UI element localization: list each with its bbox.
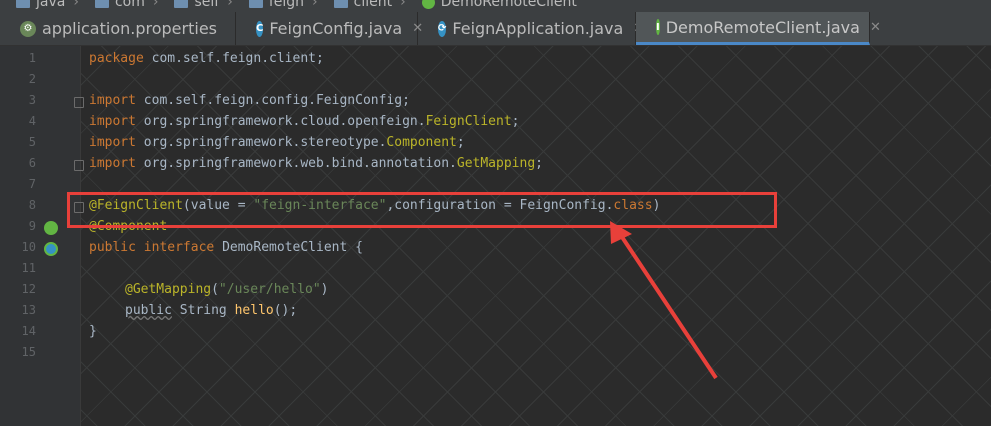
close-tab-icon[interactable]: ✕ xyxy=(870,20,881,35)
breadcrumb-item[interactable]: self › xyxy=(174,0,233,10)
class-icon: C xyxy=(256,20,264,37)
folder-icon xyxy=(16,0,30,8)
breadcrumb-item[interactable]: java › xyxy=(16,0,79,10)
interface-icon: I xyxy=(656,19,660,35)
breadcrumb-bar: java › com › self › feign › client › DemoRemo… xyxy=(0,0,991,12)
spring-boot-app-icon: ⟳ xyxy=(438,20,447,37)
tab-feign-application[interactable]: ⟳ FeignApplication.java ✕ xyxy=(418,12,644,45)
tab-demo-remote-client[interactable]: I DemoRemoteClient.java ✕ xyxy=(636,12,881,45)
folder-icon xyxy=(333,0,348,8)
folder-icon xyxy=(248,0,263,8)
breadcrumb-separator: › xyxy=(400,0,406,10)
tab-application-properties[interactable]: ⚙ application.properties xyxy=(0,12,236,45)
breadcrumb-item[interactable]: DemoRemoteClient xyxy=(421,0,577,10)
folder-icon xyxy=(94,0,109,8)
breadcrumb-item[interactable]: com › xyxy=(94,0,159,10)
arrow-head xyxy=(610,221,632,244)
arrow-shaft xyxy=(618,232,718,380)
folder-icon xyxy=(174,0,189,8)
editor-tab-bar: ⚙ application.properties C FeignConfig.j… xyxy=(0,12,991,46)
breadcrumb-separator: › xyxy=(152,0,159,10)
breadcrumb-item[interactable]: client › xyxy=(333,0,406,10)
code-editor[interactable]: 1 2 3 4 5 6 7 8 9 10 11 12 13 14 15 pack… xyxy=(0,46,991,426)
breadcrumb-separator: › xyxy=(73,0,79,10)
breadcrumb-separator: › xyxy=(227,0,233,10)
breadcrumb-separator: › xyxy=(312,0,318,10)
interface-icon xyxy=(421,0,435,9)
tab-feign-config[interactable]: C FeignConfig.java ✕ xyxy=(236,12,423,45)
properties-file-icon: ⚙ xyxy=(20,20,36,37)
annotation-arrow xyxy=(610,221,718,380)
breadcrumb-item[interactable]: feign › xyxy=(248,0,318,10)
